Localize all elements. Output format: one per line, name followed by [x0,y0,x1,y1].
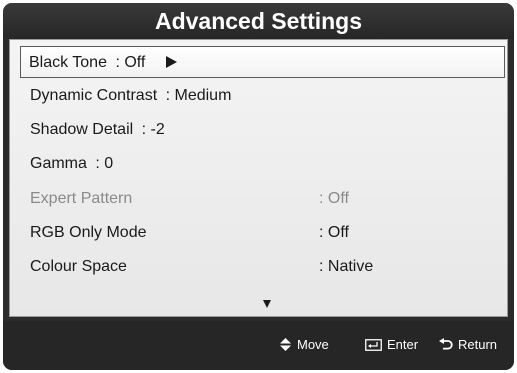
button-guide-bar: Move Enter Return [3,321,514,370]
hint-move: Move [279,337,329,352]
menu-item-value: : Off [319,190,349,207]
hint-move-label: Move [297,337,329,352]
enter-icon [365,338,382,351]
menu-item-shadow-detail[interactable]: Shadow Detail : -2 [20,114,505,146]
menu-item-value: : Off [319,224,349,241]
menu-item-label: Shadow Detail [30,121,134,138]
menu-item-rgb-only-mode[interactable]: RGB Only Mode : Off [20,217,505,249]
menu-item-label: Colour Space [30,258,127,275]
window-title: Advanced Settings [3,3,514,39]
menu-item-label: Black Tone [29,54,107,71]
menu-item-expert-pattern: Expert Pattern : Off [20,183,505,215]
menu-item-label-row: Black Tone : Off [29,47,177,79]
menu-item-value: : Native [319,258,374,275]
menu-item-value: : -2 [141,121,165,138]
hint-enter: Enter [365,337,418,352]
menu-item-value: : Off [115,54,146,71]
menu-item-value: : Medium [165,87,232,104]
menu-item-label: Expert Pattern [30,190,133,207]
menu-item-black-tone[interactable]: Black Tone : Off [20,46,505,78]
settings-menu: Black Tone : Off Dynamic Contrast : Medi… [9,39,508,317]
play-triangle-icon [165,55,177,68]
hint-enter-label: Enter [387,337,419,352]
menu-item-gamma[interactable]: Gamma : 0 [20,148,505,180]
menu-item-label: Dynamic Contrast [30,87,158,104]
return-icon [439,338,453,350]
menu-item-label: Gamma [30,155,87,172]
hint-return-label: Return [458,337,498,352]
hint-return: Return [439,337,497,352]
menu-item-dynamic-contrast[interactable]: Dynamic Contrast : Medium [20,80,505,112]
menu-item-value: : 0 [95,155,114,172]
scroll-down-arrow-icon[interactable] [263,300,271,308]
up-down-arrows-icon [280,338,291,351]
menu-item-colour-space[interactable]: Colour Space : Native [20,251,505,283]
menu-item-label: RGB Only Mode [30,224,147,241]
osd-window: Advanced Settings Black Tone : Off Dynam… [3,3,514,370]
